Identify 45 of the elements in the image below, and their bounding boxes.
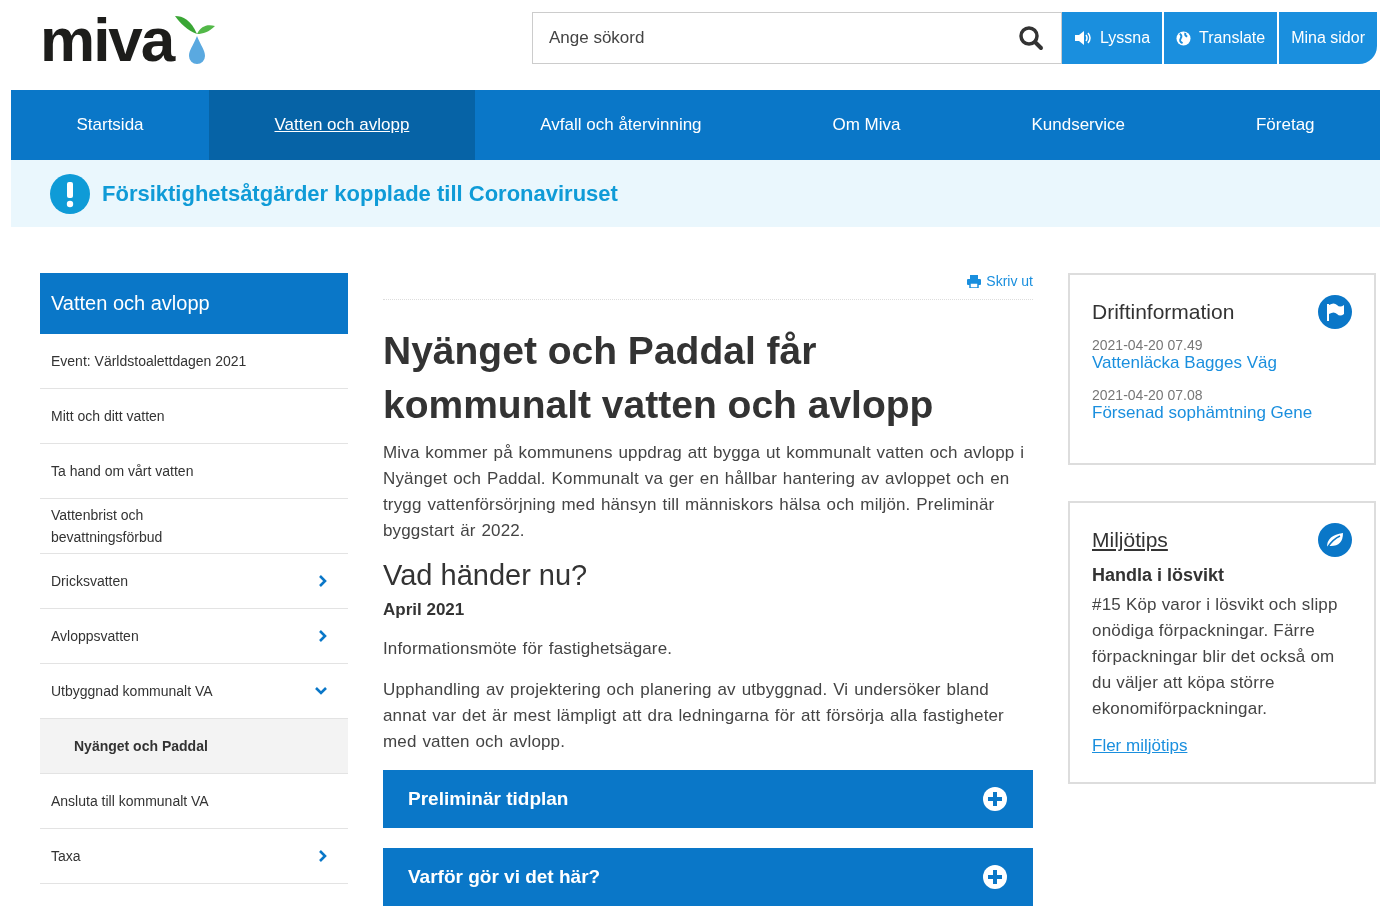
sidebar-item[interactable]: Mitt och ditt vatten <box>40 389 348 444</box>
logo-wordmark[interactable]: miva <box>40 12 174 68</box>
tip-heading: Handla i lösvikt <box>1092 565 1226 586</box>
speaker-icon <box>1073 31 1092 45</box>
sidebar-item[interactable]: Vattenbrist och bevattningsförbud <box>40 499 348 554</box>
sidebar-item[interactable]: Taxa <box>40 829 348 884</box>
paragraph: Informationsmöte för fastighetsägare. <box>383 638 674 660</box>
flag-icon <box>1318 295 1352 329</box>
account-button[interactable]: Mina sidor <box>1277 12 1377 64</box>
nav-tab[interactable]: Kundservice <box>966 90 1191 160</box>
more-tips-link[interactable]: Fler miljötips <box>1092 736 1188 755</box>
intro-paragraph: Miva kommer på kommunens uppdrag att bygga ut kommunalt vatten och avlopp i Nyänget och Paddal. Kommunalt va ger en hållbar hantering av avloppet och en trygg vattenförsörjning med hänsyn till människors hälsa och miljön. Preliminär byggstart är 2022. <box>383 442 1026 542</box>
date-label: April 2021 <box>383 600 466 620</box>
globe-icon <box>1176 30 1192 46</box>
print-link[interactable]: Skriv ut <box>967 273 1033 289</box>
card-title-link[interactable]: Miljötips <box>1092 528 1168 552</box>
paragraph: Upphandling av projektering och planering av utbyggnad. Vi undersöker bland annat var det är mest lämpligt att dra ledningarna för att försörja alla fastigheter med vatten och avlopp. <box>383 679 1005 753</box>
sidebar-item[interactable]: Event: Världstoalettdagen 2021 <box>40 334 348 389</box>
nav-tab[interactable]: Startsida <box>11 90 210 160</box>
sidebar-item[interactable]: Ta hand om vårt vatten <box>40 444 348 499</box>
accordion-header[interactable]: Preliminär tidplan <box>383 770 1033 828</box>
sidebar-item[interactable]: Dricksvatten <box>40 554 348 609</box>
timestamp: 2021-04-20 07.08 <box>1092 387 1204 403</box>
card-title: Driftinformation <box>1092 300 1235 324</box>
tip-text: #15 Köp varor i lösvikt och slipp onödiga förpackningar. Färre förpackningar blir det också om du väljer att köpa större ekonomiförpackningar. <box>1092 594 1339 720</box>
sidebar-item[interactable]: Ansluta till kommunalt VA <box>40 774 348 829</box>
timestamp: 2021-04-20 07.49 <box>1092 337 1204 353</box>
article-title: Nyänget och Paddal får kommunalt vatten och avlopp <box>383 328 935 428</box>
printer-icon <box>967 274 982 288</box>
nav-tab[interactable]: Företag <box>1190 90 1380 160</box>
sidebar-item[interactable]: Avloppsvatten <box>40 609 348 664</box>
news-link[interactable]: Vattenläcka Bagges Väg <box>1092 353 1352 373</box>
accordion-header[interactable]: Varför gör vi det här? <box>383 848 1033 906</box>
sidebar-subitem[interactable]: Nyänget och Paddal <box>40 719 348 774</box>
nav-tab[interactable]: Om Miva <box>767 90 966 160</box>
listen-button[interactable]: Lyssna <box>1061 12 1163 64</box>
leaf-icon <box>1318 523 1352 557</box>
translate-button[interactable]: Translate <box>1162 12 1278 64</box>
alert-link[interactable]: Försiktighetsåtgärder kopplade till Coronaviruset <box>102 180 618 207</box>
section-heading: Vad händer nu? <box>383 559 589 592</box>
nav-tab[interactable]: Vatten och avlopp <box>209 90 475 160</box>
sidebar-heading: Vatten och avlopp <box>40 273 348 334</box>
news-link[interactable]: Försenad sophämtning Gene <box>1092 403 1352 423</box>
exclamation-icon <box>50 173 90 214</box>
nav-tab[interactable]: Avfall och återvinning <box>474 90 768 160</box>
